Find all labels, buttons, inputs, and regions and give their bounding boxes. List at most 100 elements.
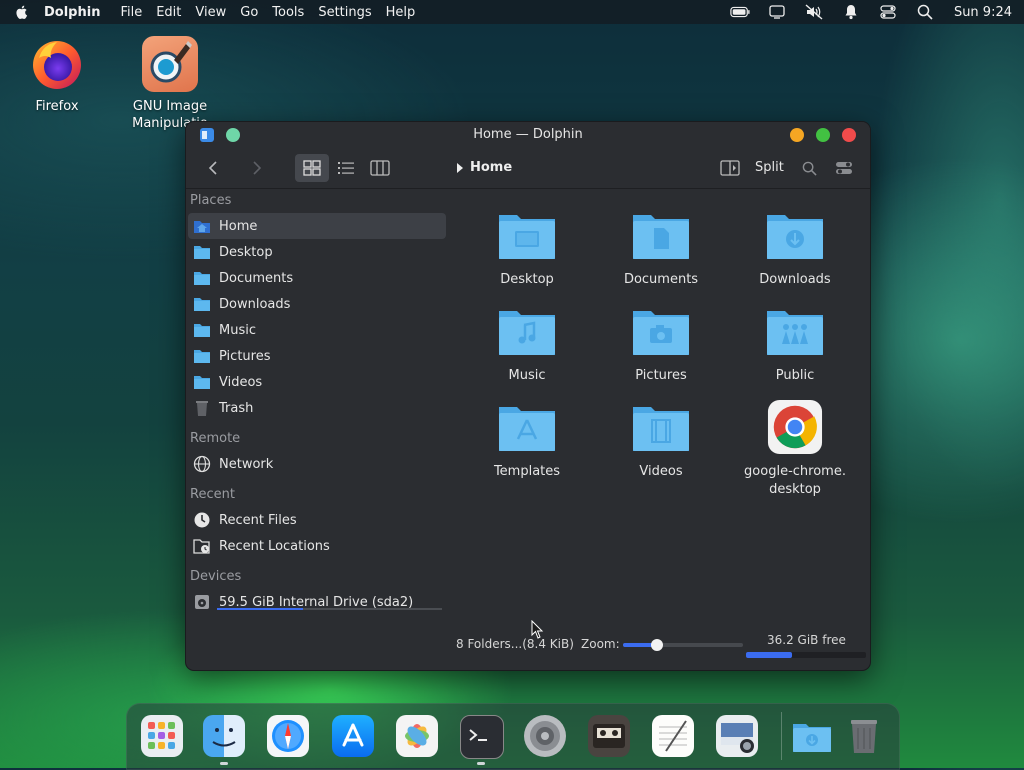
- forward-button[interactable]: [244, 154, 270, 182]
- menu-file[interactable]: File: [120, 5, 142, 20]
- file-item-desktop[interactable]: Desktop: [462, 213, 592, 289]
- file-item-chrome-desktop[interactable]: google-chrome. desktop: [730, 399, 860, 499]
- desktop-folder-icon: [499, 215, 555, 259]
- sidebar-item-desktop[interactable]: Desktop: [188, 239, 446, 265]
- battery-icon[interactable]: [730, 4, 750, 20]
- window-title: Home — Dolphin: [473, 127, 583, 142]
- split-button[interactable]: [717, 154, 743, 182]
- trash-icon[interactable]: [843, 715, 885, 757]
- photos-icon[interactable]: [396, 715, 438, 757]
- search-button[interactable]: [798, 154, 820, 182]
- mute-icon[interactable]: [804, 4, 824, 20]
- notification-icon[interactable]: [841, 4, 861, 20]
- chevron-right-icon: [253, 161, 262, 175]
- sidebar-item-label: Downloads: [219, 296, 291, 312]
- app-store-icon[interactable]: [332, 715, 374, 757]
- maximize-button[interactable]: [816, 128, 830, 142]
- sidebar-item-label: Recent Files: [219, 512, 297, 528]
- safari-icon[interactable]: [267, 715, 309, 757]
- file-item-music[interactable]: Music: [462, 309, 592, 385]
- devices-header: Devices: [190, 569, 242, 584]
- downloads-stack-icon[interactable]: [791, 715, 833, 757]
- desktop-icon-firefox[interactable]: Firefox: [2, 36, 112, 115]
- screenshot-icon[interactable]: [716, 715, 758, 757]
- sidebar-item-network[interactable]: Network: [188, 451, 446, 477]
- file-item-documents[interactable]: Documents: [596, 213, 726, 289]
- app-name[interactable]: Dolphin: [44, 5, 100, 20]
- file-item-pictures[interactable]: Pictures: [596, 309, 726, 385]
- menu-edit[interactable]: Edit: [156, 5, 181, 20]
- file-item-templates[interactable]: Templates: [462, 405, 592, 481]
- clock-icon: [192, 510, 212, 530]
- file-item-public[interactable]: Public: [730, 309, 860, 385]
- system-settings-icon[interactable]: [524, 715, 566, 757]
- drive-icon: [192, 592, 212, 612]
- details-view-button[interactable]: [332, 154, 360, 182]
- finder-icon[interactable]: [203, 715, 245, 757]
- icons-view-button[interactable]: [295, 154, 329, 182]
- menu-view[interactable]: View: [195, 5, 226, 20]
- mouse-cursor-icon: [531, 620, 544, 639]
- file-view: Desktop Documents Downloads Music Pictur…: [449, 189, 870, 629]
- documents-folder-icon: [633, 215, 689, 259]
- chrome-icon: [767, 399, 823, 455]
- trash-icon: [192, 398, 212, 418]
- minimize-button[interactable]: [790, 128, 804, 142]
- cassette-icon[interactable]: [588, 715, 630, 757]
- terminal-icon[interactable]: [460, 715, 504, 759]
- clock[interactable]: Sun 9:24: [954, 5, 1012, 20]
- menu-tools[interactable]: Tools: [272, 5, 304, 20]
- file-label: Downloads: [759, 272, 831, 287]
- icons-view-icon: [303, 160, 321, 176]
- file-item-videos[interactable]: Videos: [596, 405, 726, 481]
- running-indicator: [220, 762, 228, 765]
- menu-button[interactable]: [832, 154, 856, 182]
- sidebar-item-videos[interactable]: Videos: [188, 369, 446, 395]
- videos-folder-icon: [633, 407, 689, 451]
- columns-view-button[interactable]: [366, 154, 394, 182]
- sidebar-item-label: Music: [219, 322, 256, 338]
- back-button[interactable]: [200, 154, 226, 182]
- sidebar-item-trash[interactable]: Trash: [188, 395, 446, 421]
- close-button[interactable]: [842, 128, 856, 142]
- sidebar-item-label: Videos: [219, 374, 263, 390]
- sidebar-item-home[interactable]: Home: [188, 213, 446, 239]
- menu-help[interactable]: Help: [386, 5, 416, 20]
- apple-menu-icon[interactable]: [14, 4, 30, 20]
- file-label: Templates: [493, 464, 561, 479]
- free-space-label: 36.2 GiB free: [767, 633, 846, 647]
- launchpad-icon[interactable]: [141, 715, 183, 757]
- sidebar-item-recent-files[interactable]: Recent Files: [188, 507, 446, 533]
- folder-summary: 8 Folders...(8.4 KiB): [456, 637, 574, 651]
- menu-bar: Dolphin File Edit View Go Tools Settings…: [0, 0, 1024, 24]
- zoom-slider[interactable]: [623, 639, 743, 651]
- sidebar-item-recent-locations[interactable]: Recent Locations: [188, 533, 446, 559]
- dolphin-window: Home — Dolphin Home Split Places Home De…: [185, 121, 871, 671]
- menu-go[interactable]: Go: [240, 5, 258, 20]
- search-icon: [802, 161, 817, 176]
- sidebar-item-music[interactable]: Music: [188, 317, 446, 343]
- sidebar-item-downloads[interactable]: Downloads: [188, 291, 446, 317]
- zoom-slider-handle[interactable]: [650, 639, 663, 651]
- title-bar[interactable]: Home — Dolphin: [186, 122, 870, 148]
- recent-header: Recent: [190, 487, 235, 502]
- remote-header: Remote: [190, 431, 241, 446]
- breadcrumb-home[interactable]: Home: [470, 160, 512, 175]
- control-center-icon[interactable]: [878, 4, 898, 20]
- downloads-folder-icon: [767, 215, 823, 259]
- file-item-downloads[interactable]: Downloads: [730, 213, 860, 289]
- sidebar-item-pictures[interactable]: Pictures: [188, 343, 446, 369]
- sidebar-item-label: Network: [219, 456, 274, 472]
- desktop-icon-gimp[interactable]: GNU Image Manipulatio: [115, 36, 225, 132]
- sidebar-item-label: Recent Locations: [219, 538, 330, 554]
- search-icon[interactable]: [915, 4, 935, 20]
- sidebar-item-drive[interactable]: 59.5 GiB Internal Drive (sda2): [188, 589, 446, 615]
- display-icon[interactable]: [767, 4, 787, 20]
- home-folder-icon: [192, 216, 212, 236]
- text-editor-icon[interactable]: [652, 715, 694, 757]
- split-view-icon: [720, 160, 740, 176]
- menu-settings[interactable]: Settings: [318, 5, 371, 20]
- breadcrumb[interactable]: Home: [456, 160, 512, 175]
- sidebar-item-documents[interactable]: Documents: [188, 265, 446, 291]
- split-label[interactable]: Split: [755, 160, 784, 175]
